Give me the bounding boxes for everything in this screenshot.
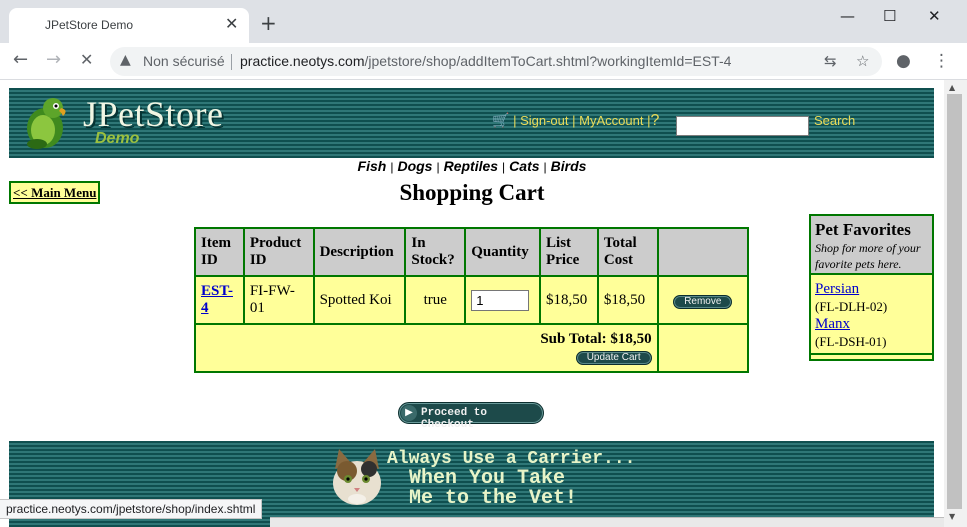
quicklink-cats[interactable]: Cats bbox=[509, 158, 539, 174]
status-bar-url: practice.neotys.com/jpetstore/shop/index… bbox=[0, 499, 263, 519]
quicklink-fish[interactable]: Fish bbox=[358, 158, 387, 174]
col-header-quantity: Quantity bbox=[464, 227, 542, 277]
scroll-up-icon[interactable]: ▲ bbox=[949, 83, 955, 92]
browser-tab[interactable]: JPetStore Demo ✕ bbox=[9, 8, 249, 43]
quicklink-separator: | bbox=[502, 160, 506, 174]
site-header: JPetStore Demo 🛒 | Sign-out | MyAccount … bbox=[9, 88, 934, 158]
url-host: practice.neotys.com bbox=[240, 53, 365, 69]
quicklink-dogs[interactable]: Dogs bbox=[397, 158, 432, 174]
favorites-list: Persian (FL-DLH-02) Manx (FL-DSH-01) bbox=[811, 277, 932, 355]
header-link-separator: | bbox=[513, 113, 517, 128]
quantity-input[interactable] bbox=[471, 289, 530, 311]
cell-total-cost: $18,50 bbox=[596, 275, 659, 325]
proceed-to-checkout-button[interactable]: ▶ Proceed to Checkout bbox=[398, 402, 544, 431]
cell-item-id: EST-4 bbox=[194, 275, 245, 325]
favorites-subtitle: Shop for more of your favorite pets here… bbox=[815, 241, 921, 271]
favorite-manx-link[interactable]: Manx bbox=[815, 316, 928, 333]
address-bar[interactable]: ▲ Non sécurisé practice.neotys.com/jpets… bbox=[110, 47, 882, 76]
pet-favorites-panel: Pet Favorites Shop for more of your favo… bbox=[809, 214, 934, 361]
cart-header-row: Item ID Product ID Description In Stock?… bbox=[194, 227, 750, 277]
table-row: EST-4 FI-FW-01 Spotted Koi true $18,50 $… bbox=[194, 275, 750, 325]
category-quicklinks: Fish | Dogs | Reptiles | Cats | Birds bbox=[0, 158, 944, 174]
search-input[interactable] bbox=[676, 116, 809, 136]
col-header-actions bbox=[656, 227, 750, 277]
cell-quantity bbox=[464, 275, 542, 325]
subtotal-empty-cell bbox=[656, 323, 750, 373]
page-scrollbar[interactable]: ▲ ▼ bbox=[944, 80, 967, 527]
omnibox-divider bbox=[231, 54, 232, 70]
col-header-product-id: Product ID bbox=[242, 227, 315, 277]
play-arrow-icon: ▶ bbox=[401, 405, 417, 421]
favorites-footer-divider bbox=[811, 353, 932, 359]
close-window-icon[interactable]: ✕ bbox=[928, 6, 941, 26]
cell-description: Spotted Koi bbox=[312, 275, 407, 325]
favorites-header: Pet Favorites Shop for more of your favo… bbox=[811, 216, 932, 275]
col-header-total-cost: Total Cost bbox=[596, 227, 659, 277]
subtotal-cell: Sub Total: $18,50 Update Cart bbox=[194, 323, 659, 373]
bookmark-star-icon[interactable]: ☆ bbox=[856, 52, 869, 70]
quicklink-birds[interactable]: Birds bbox=[551, 158, 587, 174]
quicklink-reptiles[interactable]: Reptiles bbox=[444, 158, 498, 174]
col-header-item-id: Item ID bbox=[194, 227, 245, 277]
maximize-icon[interactable]: ☐ bbox=[883, 6, 896, 26]
quicklink-separator: | bbox=[436, 160, 440, 174]
page-title: Shopping Cart bbox=[399, 180, 545, 205]
banner-text: Always Use a Carrier... When You Take Me t… bbox=[387, 449, 635, 509]
tab-title: JPetStore Demo bbox=[45, 18, 134, 32]
page-bottom-edge bbox=[270, 517, 944, 527]
browser-toolbar: ← → ✕ ▲ Non sécurisé practice.neotys.com… bbox=[0, 43, 967, 80]
sign-out-link[interactable]: Sign-out bbox=[520, 113, 568, 128]
stop-loading-icon[interactable]: ✕ bbox=[80, 50, 93, 70]
translate-icon[interactable]: ⇆ bbox=[824, 52, 837, 70]
favorite-manx-code: (FL-DSH-01) bbox=[815, 334, 887, 349]
col-header-list-price: List Price bbox=[539, 227, 599, 277]
back-icon[interactable]: ← bbox=[13, 50, 28, 70]
remove-button[interactable]: Remove bbox=[673, 294, 733, 309]
col-header-in-stock: In Stock? bbox=[404, 227, 467, 277]
url-path: /jpetstore/shop/addItemToCart.shtml?work… bbox=[364, 53, 732, 69]
my-account-link[interactable]: MyAccount bbox=[579, 113, 643, 128]
security-label[interactable]: Non sécurisé bbox=[143, 53, 225, 69]
parrot-logo-icon[interactable] bbox=[23, 96, 71, 150]
cart-icon[interactable]: 🛒 bbox=[492, 112, 509, 128]
cell-remove: Remove bbox=[656, 275, 750, 325]
favorite-persian-code: (FL-DLH-02) bbox=[815, 299, 888, 314]
minimize-icon[interactable]: — bbox=[840, 6, 855, 26]
url-text[interactable]: practice.neotys.com/jpetstore/shop/addIt… bbox=[240, 53, 731, 69]
site-logo-text[interactable]: JPetStore bbox=[83, 93, 224, 135]
cell-in-stock: true bbox=[404, 275, 467, 325]
cell-product-id: FI-FW-01 bbox=[242, 275, 315, 325]
browser-tab-bar: JPetStore Demo ✕ + — ☐ ✕ bbox=[0, 0, 967, 43]
quicklink-separator: | bbox=[390, 160, 394, 174]
cell-list-price: $18,50 bbox=[539, 275, 599, 325]
banner-line-1: Always Use a Carrier... bbox=[387, 449, 636, 469]
search-link[interactable]: Search bbox=[814, 113, 855, 128]
tab-close-icon[interactable]: ✕ bbox=[225, 15, 238, 33]
update-cart-button[interactable]: Update Cart bbox=[575, 350, 652, 365]
cat-face-icon bbox=[333, 449, 381, 505]
site-logo-subtitle: Demo bbox=[95, 130, 140, 147]
favorites-title: Pet Favorites bbox=[815, 220, 911, 239]
shopping-cart-table: Item ID Product ID Description In Stock?… bbox=[194, 227, 750, 373]
header-links: 🛒 | Sign-out | MyAccount |? bbox=[492, 112, 659, 130]
warning-icon: ▲ bbox=[120, 52, 131, 68]
col-header-description: Description bbox=[312, 227, 407, 277]
checkout-button-label: Proceed to Checkout bbox=[421, 407, 488, 431]
favorite-persian-link[interactable]: Persian bbox=[815, 281, 928, 298]
scroll-down-icon[interactable]: ▼ bbox=[949, 512, 955, 521]
subtotal-text: Sub Total: $18,50 bbox=[540, 330, 652, 347]
banner-line-3: Me to the Vet! bbox=[409, 487, 578, 510]
forward-icon[interactable]: → bbox=[46, 50, 61, 70]
item-id-link[interactable]: EST-4 bbox=[201, 283, 233, 316]
help-icon[interactable]: ? bbox=[650, 112, 659, 129]
page-viewport: JPetStore Demo 🛒 | Sign-out | MyAccount … bbox=[0, 80, 944, 527]
quicklink-separator: | bbox=[543, 160, 547, 174]
header-link-separator: | bbox=[572, 113, 576, 128]
banner-line-2: When You Take bbox=[409, 467, 566, 490]
profile-icon[interactable]: ● bbox=[896, 51, 911, 71]
scrollbar-thumb[interactable] bbox=[947, 94, 962, 509]
subtotal-row: Sub Total: $18,50 Update Cart bbox=[194, 323, 750, 373]
menu-kebab-icon[interactable]: ⋮ bbox=[933, 51, 950, 71]
new-tab-icon[interactable]: + bbox=[260, 13, 277, 33]
